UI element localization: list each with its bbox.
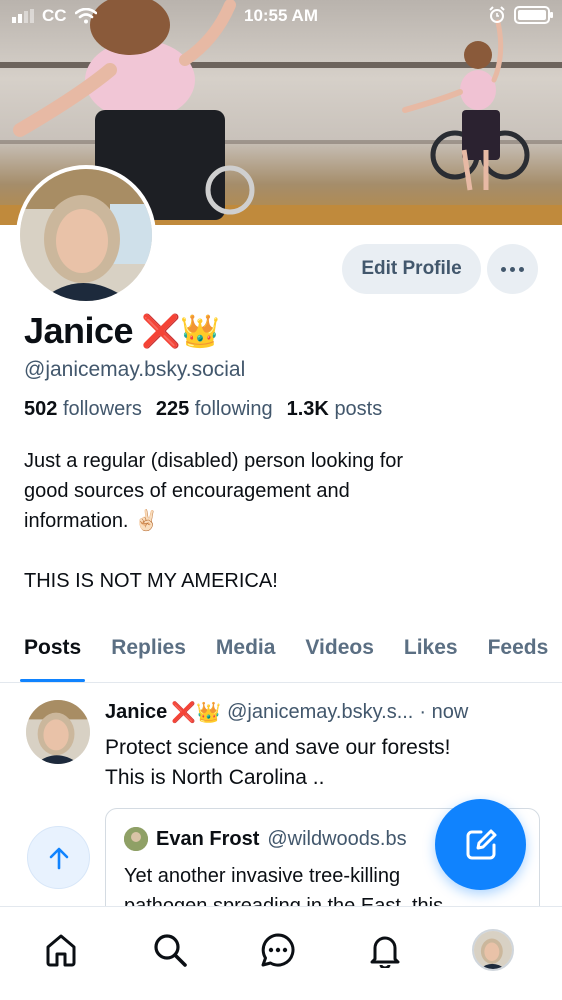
posts-count: 1.3K <box>286 398 329 420</box>
profile-avatar[interactable] <box>16 165 156 305</box>
bio-line <box>24 536 544 566</box>
battery-icon <box>514 6 553 24</box>
posts-stat: 1.3K posts <box>287 398 383 421</box>
bio-line: information. ✌🏻 <box>24 510 159 532</box>
bottom-navigation <box>0 906 562 1000</box>
tab-videos[interactable]: Videos <box>290 622 388 682</box>
quoted-author-handle: @wildwoods.bs <box>267 827 407 850</box>
status-bar: CC 10:55 AM <box>0 0 562 34</box>
post-handle[interactable]: @janicemay.bsky.s... <box>227 701 413 724</box>
post-text-line: Protect science and save our forests! <box>105 736 451 759</box>
followers-count: 502 <box>24 398 58 420</box>
search-icon <box>154 934 187 967</box>
display-name-text: Janice <box>24 310 134 351</box>
post-header: Janice ❌👑 @janicemay.bsky.s... · now <box>105 700 545 725</box>
more-options-button[interactable] <box>487 244 538 294</box>
ellipsis-icon <box>501 266 506 272</box>
compose-icon <box>466 829 496 859</box>
edit-profile-button[interactable]: Edit Profile <box>342 244 481 294</box>
post-text: Protect science and save our forests! Th… <box>105 733 545 793</box>
nav-chat[interactable] <box>253 925 303 975</box>
status-time: 10:55 AM <box>243 6 318 25</box>
chat-icon <box>261 933 295 967</box>
following-stat[interactable]: 225 following <box>156 398 273 421</box>
arrow-up-icon <box>49 847 68 869</box>
followers-label: followers <box>62 398 142 420</box>
tab-posts[interactable]: Posts <box>0 622 96 682</box>
profile-bio: Just a regular (disabled) person looking… <box>24 446 544 596</box>
bio-line: THIS IS NOT MY AMERICA! <box>24 570 278 592</box>
nav-notifications[interactable] <box>360 925 410 975</box>
post-time: · now <box>419 701 469 723</box>
followers-stat[interactable]: 502 followers <box>24 398 142 421</box>
post-author-name: Janice <box>105 701 168 723</box>
post-author-avatar[interactable] <box>26 700 90 764</box>
display-name: Janice ❌👑 <box>24 310 220 352</box>
bio-line: good sources of encouragement and <box>24 480 350 502</box>
nav-avatar-photo <box>474 931 512 969</box>
alarm-icon <box>489 6 505 23</box>
nav-profile-avatar <box>472 929 514 971</box>
home-icon <box>46 934 76 967</box>
quoted-author-avatar <box>124 827 148 851</box>
profile-stats: 502 followers 225 following 1.3K posts <box>24 398 382 421</box>
nav-search[interactable] <box>145 925 195 975</box>
compose-post-button[interactable] <box>435 799 526 890</box>
profile-handle: @janicemay.bsky.social <box>24 358 246 381</box>
tab-likes[interactable]: Likes <box>389 622 473 682</box>
quoted-author-name: Evan Frost <box>156 827 260 850</box>
posts-label: posts <box>334 398 383 420</box>
bell-icon <box>370 936 400 968</box>
tab-replies[interactable]: Replies <box>96 622 201 682</box>
post-text-line: This is North Carolina .. <box>105 766 325 789</box>
post-author[interactable]: Janice ❌👑 <box>105 700 221 725</box>
nav-home[interactable] <box>36 925 86 975</box>
post-author-emoji: ❌👑 <box>171 702 222 724</box>
tab-media[interactable]: Media <box>201 622 291 682</box>
following-label: following <box>194 398 273 420</box>
scroll-to-top-button[interactable] <box>27 826 90 889</box>
following-count: 225 <box>155 398 190 420</box>
bio-line: Just a regular (disabled) person looking… <box>24 450 404 472</box>
profile-tabs: Posts Replies Media Videos Likes Feeds <box>0 622 562 683</box>
quoted-post-header: Evan Frost @wildwoods.bs <box>124 827 407 851</box>
nav-profile[interactable] <box>468 925 518 975</box>
tab-feeds[interactable]: Feeds <box>473 622 562 682</box>
quoted-avatar-photo <box>124 827 148 851</box>
avatar-photo <box>20 169 152 301</box>
name-emoji: ❌👑 <box>141 313 220 349</box>
post-avatar-photo <box>26 700 90 764</box>
